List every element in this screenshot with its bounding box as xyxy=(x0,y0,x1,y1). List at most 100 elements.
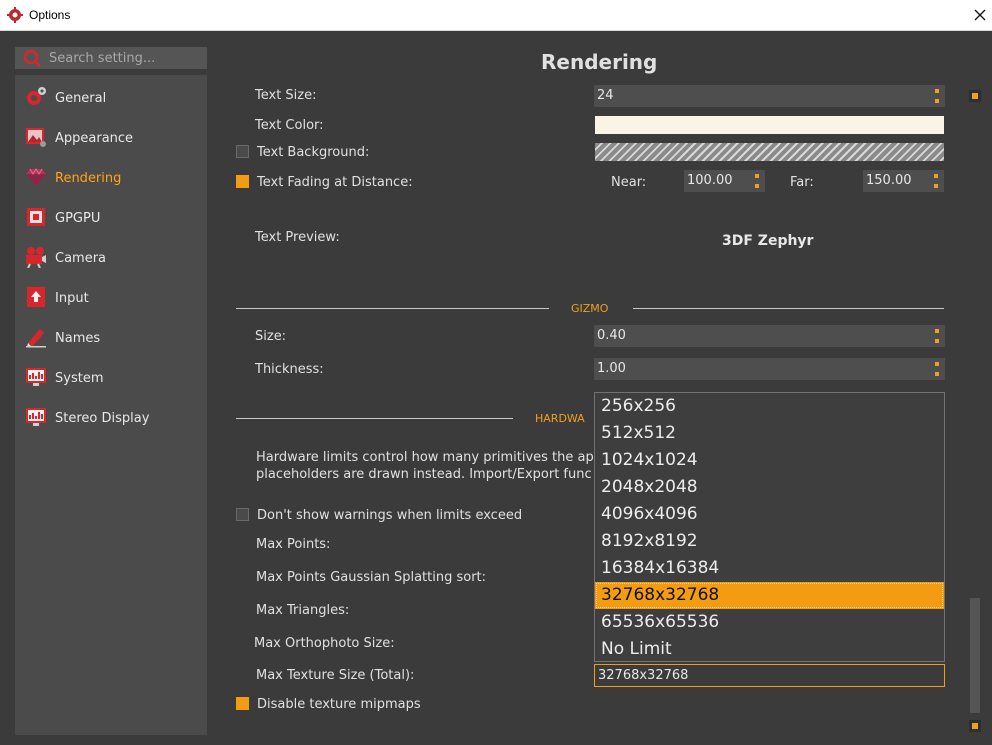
sidebar-item-appearance[interactable]: Appearance xyxy=(15,118,207,154)
sidebar-item-camera[interactable]: Camera xyxy=(15,238,207,274)
near-spinbox[interactable]: 100.00 xyxy=(684,170,765,192)
near-value: 100.00 xyxy=(687,173,733,188)
sidebar-item-label: Input xyxy=(55,291,89,306)
description-line: placeholders are drawn instead. Import/E… xyxy=(256,467,592,482)
max-triangles-label: Max Triangles: xyxy=(256,603,350,618)
search-box[interactable] xyxy=(15,47,207,69)
dropdown-option[interactable]: 2048x2048 xyxy=(595,474,944,501)
far-value: 150.00 xyxy=(866,173,912,188)
max-points-label: Max Points: xyxy=(256,537,331,552)
far-label: Far: xyxy=(790,175,814,190)
spin-arrows-icon[interactable] xyxy=(935,329,939,343)
description-line: Hardware limits control how many primiti… xyxy=(256,450,594,465)
dropdown-option[interactable]: 65536x65536 xyxy=(595,609,944,636)
chip-icon xyxy=(27,208,45,226)
text-background-checkbox[interactable] xyxy=(236,145,249,158)
sidebar-item-stereo-display[interactable]: Stereo Display xyxy=(15,398,207,434)
sidebar-item-rendering[interactable]: Rendering xyxy=(15,158,207,194)
gear-icon xyxy=(27,87,46,105)
max-texture-combobox[interactable]: 32768x32768 xyxy=(594,664,945,687)
dont-show-warnings-label: Don't show warnings when limits exceed xyxy=(257,508,523,523)
text-preview: 3DF Zephyr xyxy=(722,233,814,249)
scroll-down-button[interactable] xyxy=(969,720,981,732)
far-spinbox[interactable]: 150.00 xyxy=(863,170,944,192)
gizmo-size-label: Size: xyxy=(255,329,287,344)
option-label: 65536x65536 xyxy=(601,612,720,632)
option-label: 2048x2048 xyxy=(601,477,698,497)
window-title: Options xyxy=(29,8,71,22)
text-size-spinbox[interactable]: 24 xyxy=(594,85,945,107)
hardware-section-title: HARDWA xyxy=(535,412,585,425)
gizmo-thickness-label: Thickness: xyxy=(255,362,324,377)
monitor-chart-icon xyxy=(26,368,46,386)
picture-icon xyxy=(26,128,46,147)
hardware-description: Hardware limits control how many primiti… xyxy=(256,449,594,483)
dropdown-option-selected[interactable]: 32768x32768 xyxy=(595,582,944,609)
gizmo-thickness-value: 1.00 xyxy=(597,361,626,376)
option-label: 4096x4096 xyxy=(601,504,698,524)
sidebar-item-label: GPGPU xyxy=(55,211,101,226)
camera-icon xyxy=(26,247,46,268)
gizmo-thickness-spinbox[interactable]: 1.00 xyxy=(594,358,945,380)
section-divider xyxy=(633,308,944,309)
scrollbar-thumb[interactable] xyxy=(970,598,980,713)
options-window: Options General Appearance xyxy=(0,0,992,745)
option-label: 1024x1024 xyxy=(601,450,698,470)
dont-show-warnings-checkbox[interactable] xyxy=(236,508,249,521)
gizmo-size-spinbox[interactable]: 0.40 xyxy=(594,325,945,347)
page-title: Rendering xyxy=(541,50,658,74)
max-texture-value: 32768x32768 xyxy=(598,668,689,683)
dropdown-option[interactable]: 1024x1024 xyxy=(595,447,944,474)
dropdown-option[interactable]: No Limit xyxy=(595,636,944,663)
dropdown-option[interactable]: 16384x16384 xyxy=(595,555,944,582)
section-divider xyxy=(236,308,549,309)
max-points-gs-label: Max Points Gaussian Splatting sort: xyxy=(256,570,487,585)
option-label: 32768x32768 xyxy=(601,585,720,605)
sidebar-item-general[interactable]: General xyxy=(15,78,207,114)
spin-arrows-icon[interactable] xyxy=(934,174,938,188)
text-size-value: 24 xyxy=(597,88,614,103)
text-color-swatch[interactable] xyxy=(595,116,944,134)
sidebar-item-system[interactable]: System xyxy=(15,358,207,394)
spin-arrows-icon[interactable] xyxy=(755,174,759,188)
text-size-label: Text Size: xyxy=(255,88,317,103)
title-bar: Options xyxy=(0,0,992,31)
dropdown-option[interactable]: 512x512 xyxy=(595,420,944,447)
sidebar-item-gpgpu[interactable]: GPGPU xyxy=(15,198,207,234)
option-label: 8192x8192 xyxy=(601,531,698,551)
disable-mipmaps-checkbox[interactable] xyxy=(236,697,249,710)
gem-icon xyxy=(26,168,46,186)
pencil-icon xyxy=(26,329,46,348)
texture-size-dropdown[interactable]: 256x256 512x512 1024x1024 2048x2048 4096… xyxy=(594,392,945,662)
sidebar-item-label: Appearance xyxy=(55,131,134,146)
sidebar-item-label: System xyxy=(55,371,104,386)
spin-arrows-icon[interactable] xyxy=(935,89,939,103)
dropdown-option[interactable]: 4096x4096 xyxy=(595,501,944,528)
text-color-label: Text Color: xyxy=(255,118,324,133)
gizmo-size-value: 0.40 xyxy=(597,328,626,343)
text-preview-label: Text Preview: xyxy=(255,230,340,245)
text-fading-checkbox[interactable] xyxy=(236,175,249,188)
spin-arrows-icon[interactable] xyxy=(935,362,939,376)
option-label: 512x512 xyxy=(601,423,676,443)
scroll-up-button[interactable] xyxy=(969,90,981,102)
dropdown-option[interactable]: 256x256 xyxy=(595,393,944,420)
sidebar-item-names[interactable]: Names xyxy=(15,318,207,354)
text-background-swatch[interactable] xyxy=(595,143,944,161)
section-divider xyxy=(236,418,513,419)
dropdown-option[interactable]: 8192x8192 xyxy=(595,528,944,555)
sidebar-item-label: Names xyxy=(55,331,101,346)
sidebar-item-input[interactable]: Input xyxy=(15,278,207,314)
sidebar-item-label: Rendering xyxy=(55,171,122,186)
text-background-label: Text Background: xyxy=(257,145,370,160)
close-icon[interactable] xyxy=(970,5,990,25)
search-input[interactable] xyxy=(49,49,199,67)
option-label: No Limit xyxy=(601,639,672,659)
max-orthophoto-label: Max Orthophoto Size: xyxy=(254,636,395,651)
sidebar-item-label: General xyxy=(55,91,107,106)
sidebar-item-label: Camera xyxy=(55,251,107,266)
text-fading-label: Text Fading at Distance: xyxy=(257,175,413,190)
sidebar-item-label: Stereo Display xyxy=(55,411,150,426)
search-icon xyxy=(23,49,41,67)
app-gear-icon xyxy=(7,7,23,23)
